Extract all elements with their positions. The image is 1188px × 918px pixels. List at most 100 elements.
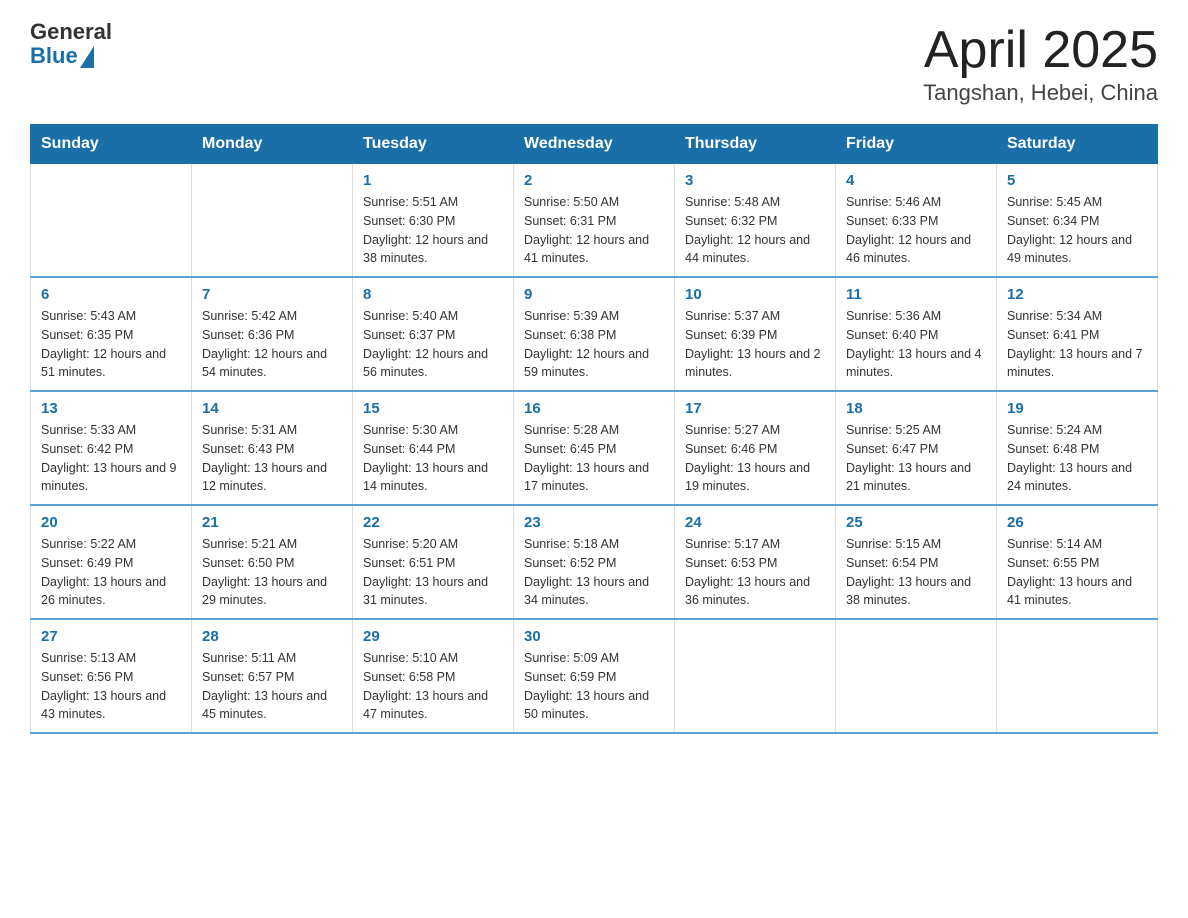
day-detail: Sunrise: 5:48 AMSunset: 6:32 PMDaylight:… [685,193,825,268]
calendar-week-5: 27 Sunrise: 5:13 AMSunset: 6:56 PMDayligh… [31,619,1158,733]
calendar-cell: 3 Sunrise: 5:48 AMSunset: 6:32 PMDaylight… [675,164,836,278]
day-detail: Sunrise: 5:14 AMSunset: 6:55 PMDaylight:… [1007,535,1147,610]
weekday-header-monday: Monday [192,125,353,164]
calendar-week-4: 20Sunrise: 5:22 AMSunset: 6:49 PMDayligh… [31,505,1158,619]
day-number: 26 [1007,514,1147,531]
calendar-week-3: 13 Sunrise: 5:33 AMSunset: 6:42 PMDayligh… [31,391,1158,505]
day-number: 17 [685,400,825,417]
calendar-cell: 11 Sunrise: 5:36 AMSunset: 6:40 PMDayligh… [836,277,997,391]
calendar-cell: 22Sunrise: 5:20 AMSunset: 6:51 PMDayligh… [353,505,514,619]
day-number: 28 [202,628,342,645]
weekday-header-row: SundayMondayTuesdayWednesdayThursdayFrid… [31,125,1158,164]
calendar-cell: 14 Sunrise: 5:31 AMSunset: 6:43 PMDayligh… [192,391,353,505]
weekday-header-wednesday: Wednesday [514,125,675,164]
calendar-cell [997,619,1158,733]
day-number: 15 [363,400,503,417]
calendar-cell [836,619,997,733]
day-number: 8 [363,286,503,303]
calendar-cell [675,619,836,733]
calendar-cell: 23Sunrise: 5:18 AMSunset: 6:52 PMDayligh… [514,505,675,619]
calendar-cell [31,164,192,278]
calendar-body: 1Sunrise: 5:51 AMSunset: 6:30 PMDaylight… [31,164,1158,734]
day-number: 19 [1007,400,1147,417]
day-detail: Sunrise: 5:17 AMSunset: 6:53 PMDaylight:… [685,535,825,610]
day-number: 27 [41,628,181,645]
calendar-cell [192,164,353,278]
day-number: 18 [846,400,986,417]
weekday-header-friday: Friday [836,125,997,164]
day-detail: Sunrise: 5:51 AMSunset: 6:30 PMDaylight:… [363,193,503,268]
day-detail: Sunrise: 5:09 AMSunset: 6:59 PMDaylight:… [524,649,664,724]
day-detail: Sunrise: 5:36 AMSunset: 6:40 PMDaylight:… [846,307,986,382]
logo-triangle-icon [80,46,94,68]
calendar-cell: 17 Sunrise: 5:27 AMSunset: 6:46 PMDayligh… [675,391,836,505]
day-detail: Sunrise: 5:39 AMSunset: 6:38 PMDaylight:… [524,307,664,382]
day-number: 14 [202,400,342,417]
calendar-cell: 25 Sunrise: 5:15 AMSunset: 6:54 PMDayligh… [836,505,997,619]
calendar-cell: 24 Sunrise: 5:17 AMSunset: 6:53 PMDayligh… [675,505,836,619]
page-header: General Blue April 2025 Tangshan, Hebei,… [30,20,1158,106]
day-detail: Sunrise: 5:46 AMSunset: 6:33 PMDaylight:… [846,193,986,268]
calendar-cell: 19Sunrise: 5:24 AMSunset: 6:48 PMDayligh… [997,391,1158,505]
calendar-cell: 1Sunrise: 5:51 AMSunset: 6:30 PMDaylight… [353,164,514,278]
logo-blue: Blue [30,44,78,68]
calendar-cell: 2Sunrise: 5:50 AMSunset: 6:31 PMDaylight… [514,164,675,278]
calendar-cell: 10 Sunrise: 5:37 AMSunset: 6:39 PMDayligh… [675,277,836,391]
calendar-cell: 21 Sunrise: 5:21 AMSunset: 6:50 PMDayligh… [192,505,353,619]
day-number: 23 [524,514,664,531]
day-detail: Sunrise: 5:28 AMSunset: 6:45 PMDaylight:… [524,421,664,496]
day-number: 3 [685,172,825,189]
page-subtitle: Tangshan, Hebei, China [923,80,1158,106]
calendar-cell: 28 Sunrise: 5:11 AMSunset: 6:57 PMDayligh… [192,619,353,733]
title-block: April 2025 Tangshan, Hebei, China [923,20,1158,106]
logo-general: General [30,20,112,44]
day-detail: Sunrise: 5:50 AMSunset: 6:31 PMDaylight:… [524,193,664,268]
day-number: 11 [846,286,986,303]
day-detail: Sunrise: 5:10 AMSunset: 6:58 PMDaylight:… [363,649,503,724]
day-detail: Sunrise: 5:42 AMSunset: 6:36 PMDaylight:… [202,307,342,382]
calendar-table: SundayMondayTuesdayWednesdayThursdayFrid… [30,124,1158,734]
day-number: 20 [41,514,181,531]
calendar-cell: 6Sunrise: 5:43 AMSunset: 6:35 PMDaylight… [31,277,192,391]
day-number: 9 [524,286,664,303]
calendar-week-1: 1Sunrise: 5:51 AMSunset: 6:30 PMDaylight… [31,164,1158,278]
day-detail: Sunrise: 5:15 AMSunset: 6:54 PMDaylight:… [846,535,986,610]
calendar-cell: 26 Sunrise: 5:14 AMSunset: 6:55 PMDayligh… [997,505,1158,619]
day-detail: Sunrise: 5:11 AMSunset: 6:57 PMDaylight:… [202,649,342,724]
day-detail: Sunrise: 5:27 AMSunset: 6:46 PMDaylight:… [685,421,825,496]
day-detail: Sunrise: 5:34 AMSunset: 6:41 PMDaylight:… [1007,307,1147,382]
day-detail: Sunrise: 5:31 AMSunset: 6:43 PMDaylight:… [202,421,342,496]
day-number: 13 [41,400,181,417]
calendar-cell: 5 Sunrise: 5:45 AMSunset: 6:34 PMDaylight… [997,164,1158,278]
page-title: April 2025 [923,20,1158,80]
day-detail: Sunrise: 5:37 AMSunset: 6:39 PMDaylight:… [685,307,825,382]
calendar-cell: 7Sunrise: 5:42 AMSunset: 6:36 PMDaylight… [192,277,353,391]
calendar-cell: 8 Sunrise: 5:40 AMSunset: 6:37 PMDaylight… [353,277,514,391]
calendar-cell: 13 Sunrise: 5:33 AMSunset: 6:42 PMDayligh… [31,391,192,505]
day-number: 24 [685,514,825,531]
day-detail: Sunrise: 5:20 AMSunset: 6:51 PMDaylight:… [363,535,503,610]
calendar-cell: 4Sunrise: 5:46 AMSunset: 6:33 PMDaylight… [836,164,997,278]
day-number: 5 [1007,172,1147,189]
day-detail: Sunrise: 5:21 AMSunset: 6:50 PMDaylight:… [202,535,342,610]
day-number: 25 [846,514,986,531]
day-detail: Sunrise: 5:40 AMSunset: 6:37 PMDaylight:… [363,307,503,382]
day-detail: Sunrise: 5:30 AMSunset: 6:44 PMDaylight:… [363,421,503,496]
calendar-cell: 16Sunrise: 5:28 AMSunset: 6:45 PMDayligh… [514,391,675,505]
logo-text: General Blue [30,20,112,68]
day-detail: Sunrise: 5:45 AMSunset: 6:34 PMDaylight:… [1007,193,1147,268]
calendar-cell: 15 Sunrise: 5:30 AMSunset: 6:44 PMDayligh… [353,391,514,505]
day-number: 12 [1007,286,1147,303]
calendar-week-2: 6Sunrise: 5:43 AMSunset: 6:35 PMDaylight… [31,277,1158,391]
calendar-cell: 27 Sunrise: 5:13 AMSunset: 6:56 PMDayligh… [31,619,192,733]
day-detail: Sunrise: 5:33 AMSunset: 6:42 PMDaylight:… [41,421,181,496]
logo: General Blue [30,20,112,68]
day-number: 21 [202,514,342,531]
day-number: 6 [41,286,181,303]
weekday-header-tuesday: Tuesday [353,125,514,164]
calendar-cell: 18Sunrise: 5:25 AMSunset: 6:47 PMDayligh… [836,391,997,505]
calendar-cell: 20Sunrise: 5:22 AMSunset: 6:49 PMDayligh… [31,505,192,619]
day-number: 10 [685,286,825,303]
weekday-header-saturday: Saturday [997,125,1158,164]
day-detail: Sunrise: 5:13 AMSunset: 6:56 PMDaylight:… [41,649,181,724]
